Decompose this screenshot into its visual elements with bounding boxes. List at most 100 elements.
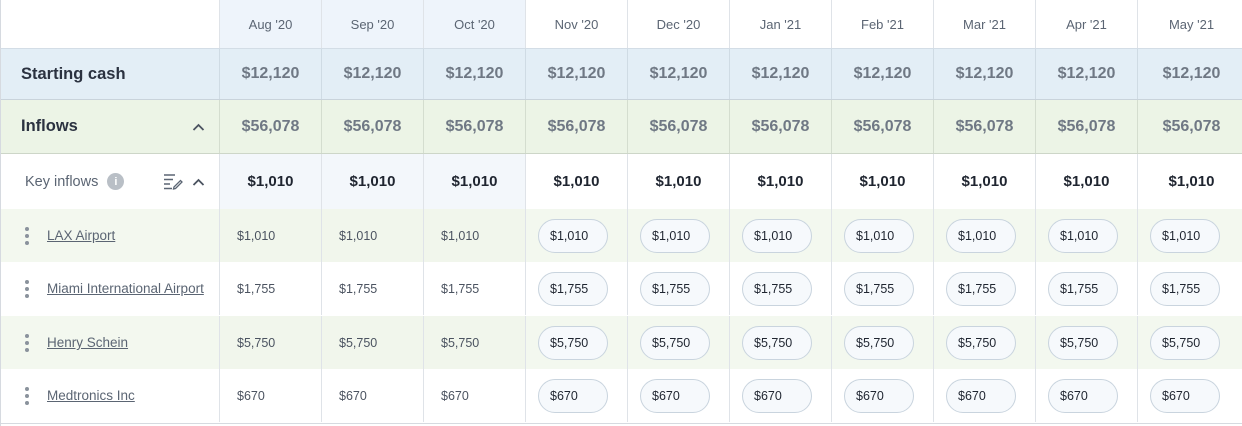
forecast-value-input[interactable]: $1,010 [1150, 218, 1220, 253]
chevron-up-icon[interactable] [192, 122, 205, 132]
forecast-value-input[interactable]: $5,750 [538, 325, 608, 360]
inflows-value: $56,078 [628, 100, 730, 153]
inflow-item-link[interactable]: Henry Schein [47, 335, 128, 350]
forecast-value-input[interactable]: $5,750 [844, 325, 914, 360]
inflow-item-label-cell: Medtronics Inc [1, 369, 220, 422]
month-header: Dec '20 [628, 0, 730, 48]
inflow-item-forecast-cell: $5,750 [934, 316, 1036, 369]
list-edit-icon[interactable] [163, 172, 183, 190]
forecast-value-input[interactable]: $670 [844, 378, 914, 413]
kebab-menu-icon[interactable] [19, 226, 35, 245]
forecast-value-input[interactable]: $5,750 [1048, 325, 1118, 360]
kebab-menu-icon[interactable] [19, 386, 35, 405]
inflow-item-forecast-cell: $1,010 [832, 209, 934, 262]
forecast-value-input[interactable]: $1,755 [640, 271, 710, 306]
key-inflows-value: $1,010 [730, 154, 832, 209]
inflows-value: $56,078 [832, 100, 934, 153]
forecast-value-input[interactable]: $1,755 [742, 271, 812, 306]
inflow-item-actual-value: $5,750 [424, 316, 526, 369]
inflow-item-actual-value: $1,010 [322, 209, 424, 262]
inflow-item-actual-value: $1,755 [322, 262, 424, 315]
kebab-menu-icon[interactable] [19, 279, 35, 298]
starting-cash-value: $12,120 [322, 49, 424, 99]
starting-cash-value: $12,120 [220, 49, 322, 99]
key-inflows-label-cell: Key inflows i [1, 154, 220, 209]
month-header: May '21 [1168, 16, 1215, 32]
inflow-item-forecast-cell: $1,755 [832, 262, 934, 315]
forecast-value-input[interactable]: $1,755 [1048, 271, 1118, 306]
inflow-item-forecast-cell: $670 [526, 369, 628, 422]
inflow-item-forecast-cell: $670 [730, 369, 832, 422]
inflow-item-forecast-cell: $1,010 [934, 209, 1036, 262]
forecast-value-input[interactable]: $5,750 [640, 325, 710, 360]
inflows-label-cell: Inflows [1, 100, 220, 153]
forecast-value-input[interactable]: $670 [946, 378, 1016, 413]
forecast-value-input[interactable]: $1,755 [1150, 271, 1220, 306]
key-inflows-value: $1,010 [322, 154, 424, 209]
inflows-label: Inflows [21, 117, 78, 135]
inflow-item-link[interactable]: Medtronics Inc [47, 388, 135, 403]
forecast-value-input[interactable]: $1,010 [1048, 218, 1118, 253]
inflow-item-link[interactable]: LAX Airport [47, 228, 115, 243]
forecast-value-input[interactable]: $670 [1048, 378, 1118, 413]
inflow-item-forecast-cell: $670 [832, 369, 934, 422]
inflow-item-forecast-cell: $1,010 [730, 209, 832, 262]
key-inflows-label: Key inflows [25, 173, 99, 190]
forecast-value-input[interactable]: $1,010 [538, 218, 608, 253]
inflow-item-forecast-cell: $1,755 [628, 262, 730, 315]
inflows-value: $56,078 [730, 100, 832, 153]
starting-cash-value: $12,120 [1036, 49, 1138, 99]
inflow-item-forecast-cell: $1,010 [1138, 209, 1242, 262]
inflow-item-row: Henry Schein $5,750 $5,750 $5,750 $5,750 $5,7… [1, 316, 1242, 369]
inflow-item-row: Miami International Airport $1,755 $1,755 $… [1, 262, 1242, 315]
forecast-value-input[interactable]: $670 [640, 378, 710, 413]
table-bottom-border [1, 423, 1242, 424]
month-header: Oct '20 [424, 0, 526, 48]
cashflow-table: Aug '20 Sep '20 Oct '20 Nov '20 Dec '20 … [0, 0, 1242, 426]
inflow-item-forecast-cell: $5,750 [628, 316, 730, 369]
inflow-item-actual-value: $1,010 [220, 209, 322, 262]
inflow-item-forecast-cell: $5,750 [832, 316, 934, 369]
kebab-menu-icon[interactable] [19, 333, 35, 352]
key-inflows-value: $1,010 [832, 154, 934, 209]
month-header: Mar '21 [934, 0, 1036, 48]
forecast-value-input[interactable]: $5,750 [742, 325, 812, 360]
inflow-item-forecast-cell: $1,010 [628, 209, 730, 262]
inflow-item-forecast-cell: $5,750 [526, 316, 628, 369]
inflow-item-label-cell: LAX Airport [1, 209, 220, 262]
inflow-item-actual-value: $1,755 [424, 262, 526, 315]
forecast-value-input[interactable]: $670 [538, 378, 608, 413]
inflow-item-label-cell: Miami International Airport [1, 262, 220, 315]
forecast-value-input[interactable]: $1,010 [640, 218, 710, 253]
inflows-value: $56,078 [1036, 100, 1138, 153]
inflows-value: $56,078 [220, 100, 322, 153]
chevron-up-icon[interactable] [192, 177, 205, 187]
forecast-value-input[interactable]: $1,010 [742, 218, 812, 253]
inflow-item-forecast-cell: $670 [628, 369, 730, 422]
inflow-item-link[interactable]: Miami International Airport [47, 281, 204, 296]
starting-cash-value: $12,120 [628, 49, 730, 99]
starting-cash-value: $12,120 [832, 49, 934, 99]
forecast-value-input[interactable]: $5,750 [1150, 325, 1220, 360]
forecast-value-input[interactable]: $1,755 [946, 271, 1016, 306]
inflow-item-actual-value: $670 [220, 369, 322, 422]
month-header: Nov '20 [526, 0, 628, 48]
forecast-value-input[interactable]: $1,755 [844, 271, 914, 306]
inflow-item-forecast-cell: $5,750 [1036, 316, 1138, 369]
forecast-value-input[interactable]: $1,755 [538, 271, 608, 306]
inflow-item-actual-value: $1,755 [220, 262, 322, 315]
inflow-item-forecast-cell: $1,010 [1036, 209, 1138, 262]
info-icon[interactable]: i [107, 173, 125, 190]
inflow-item-actual-value: $1,010 [424, 209, 526, 262]
forecast-value-input[interactable]: $1,010 [844, 218, 914, 253]
forecast-value-input[interactable]: $1,010 [946, 218, 1016, 253]
forecast-value-input[interactable]: $5,750 [946, 325, 1016, 360]
starting-cash-value: $12,120 [730, 49, 832, 99]
month-header: Jan '21 [730, 0, 832, 48]
forecast-value-input[interactable]: $670 [742, 378, 812, 413]
inflow-item-actual-value: $5,750 [322, 316, 424, 369]
month-header: Feb '21 [832, 0, 934, 48]
inflow-item-forecast-cell: $1,010 [526, 209, 628, 262]
forecast-value-input[interactable]: $670 [1150, 378, 1220, 413]
inflow-item-forecast-cell: $670 [1138, 369, 1242, 422]
